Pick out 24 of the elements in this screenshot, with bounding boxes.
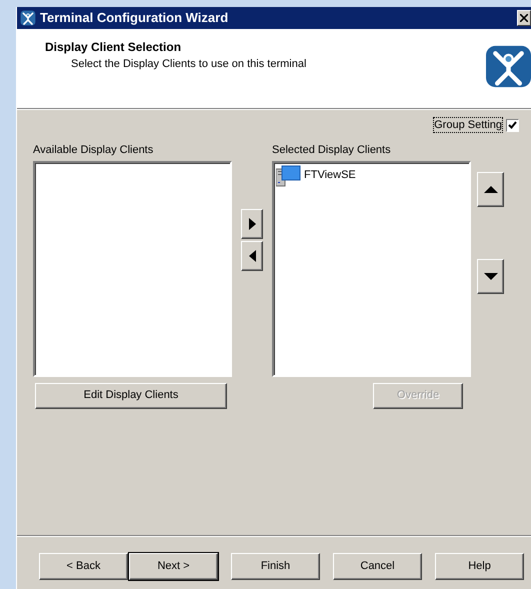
window-title: Terminal Configuration Wizard xyxy=(40,9,228,28)
move-down-button[interactable] xyxy=(477,259,504,294)
header-title: Display Client Selection xyxy=(45,39,182,56)
selected-clients-list[interactable]: FTViewSE xyxy=(272,160,471,376)
list-label: Available Display Clients xyxy=(33,143,154,158)
computer-icon xyxy=(276,164,302,186)
group-setting-checkbox[interactable] xyxy=(506,118,519,132)
wizard-button[interactable]: Finish xyxy=(231,553,320,580)
available-clients-list[interactable] xyxy=(33,160,232,376)
wizard-button[interactable]: < Back xyxy=(39,553,128,580)
wizard-button[interactable]: Cancel xyxy=(333,553,422,580)
list-label: Selected Display Clients xyxy=(272,143,392,158)
edit-clients-button[interactable]: Edit Display Clients xyxy=(35,382,227,408)
add-button[interactable] xyxy=(241,209,263,239)
wizard-button[interactable]: Help xyxy=(435,553,524,580)
close-button[interactable] xyxy=(517,10,531,26)
list-item[interactable]: FTViewSE xyxy=(304,167,356,184)
checkbox-label: Group Setting xyxy=(434,118,502,132)
header-subtitle: Select the Display Clients to use on this terminal xyxy=(70,57,306,72)
app-icon xyxy=(19,10,37,26)
move-up-button[interactable] xyxy=(477,172,504,207)
wizard-button[interactable]: Next > xyxy=(129,553,218,580)
remove-button[interactable] xyxy=(241,241,263,271)
close-icon xyxy=(520,14,528,22)
